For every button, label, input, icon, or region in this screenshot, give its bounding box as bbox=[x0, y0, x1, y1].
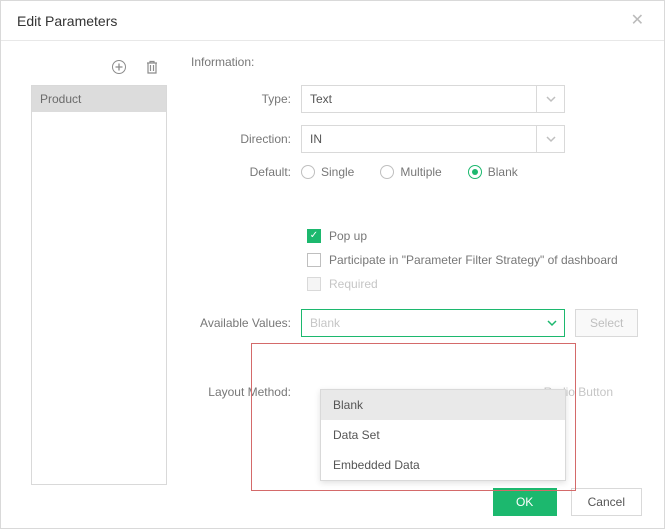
add-parameter-icon[interactable] bbox=[111, 59, 127, 75]
cancel-button[interactable]: Cancel bbox=[571, 488, 642, 516]
available-values-dropdown: Blank Data Set Embedded Data bbox=[320, 389, 566, 481]
cancel-label: Cancel bbox=[588, 495, 625, 509]
chevron-down-icon bbox=[540, 310, 564, 336]
select-button-label: Select bbox=[590, 316, 623, 330]
direction-label: Direction: bbox=[191, 132, 301, 146]
close-icon[interactable]: ✕ bbox=[627, 1, 648, 41]
chevron-down-icon bbox=[536, 126, 564, 152]
parameter-item-product[interactable]: Product bbox=[32, 86, 166, 112]
popup-checkbox-row[interactable]: ✓ Pop up bbox=[307, 229, 644, 243]
default-radio-single[interactable]: Single bbox=[301, 165, 354, 179]
type-select[interactable]: Text bbox=[301, 85, 565, 113]
direction-select[interactable]: IN bbox=[301, 125, 565, 153]
available-option-blank[interactable]: Blank bbox=[321, 390, 565, 420]
ok-button[interactable]: OK bbox=[493, 488, 557, 516]
default-radio-group: Single Multiple Blank bbox=[301, 165, 518, 179]
information-label: Information: bbox=[191, 55, 254, 69]
dialog-footer: OK Cancel bbox=[493, 488, 642, 516]
type-label: Type: bbox=[191, 92, 301, 106]
available-option-embedded-data[interactable]: Embedded Data bbox=[321, 450, 565, 480]
select-button: Select bbox=[575, 309, 638, 337]
radio-label: Multiple bbox=[400, 165, 441, 179]
required-checkbox-row: Required bbox=[307, 277, 644, 291]
radio-label: Single bbox=[321, 165, 354, 179]
available-values-label: Available Values: bbox=[191, 316, 301, 330]
radio-icon bbox=[301, 165, 315, 179]
default-radio-blank[interactable]: Blank bbox=[468, 165, 518, 179]
radio-icon bbox=[380, 165, 394, 179]
available-option-data-set[interactable]: Data Set bbox=[321, 420, 565, 450]
direction-value: IN bbox=[302, 132, 536, 146]
default-label: Default: bbox=[191, 165, 301, 179]
type-value: Text bbox=[302, 92, 536, 106]
radio-label: Blank bbox=[488, 165, 518, 179]
titlebar: Edit Parameters ✕ bbox=[1, 1, 664, 41]
available-values-placeholder: Blank bbox=[302, 316, 540, 330]
chevron-down-icon bbox=[536, 86, 564, 112]
parameter-list: Product bbox=[31, 85, 167, 485]
available-values-select[interactable]: Blank bbox=[301, 309, 565, 337]
parameter-sidebar: Product bbox=[31, 55, 167, 485]
radio-icon bbox=[468, 165, 482, 179]
participate-label: Participate in "Parameter Filter Strateg… bbox=[329, 253, 618, 267]
popup-label: Pop up bbox=[329, 229, 367, 243]
checkbox-icon bbox=[307, 253, 321, 267]
default-radio-multiple[interactable]: Multiple bbox=[380, 165, 441, 179]
delete-parameter-icon[interactable] bbox=[145, 59, 159, 75]
required-label: Required bbox=[329, 277, 378, 291]
dialog-title: Edit Parameters bbox=[17, 1, 117, 41]
layout-method-label: Layout Method: bbox=[191, 385, 301, 399]
ok-label: OK bbox=[516, 495, 533, 509]
participate-checkbox-row[interactable]: Participate in "Parameter Filter Strateg… bbox=[307, 253, 644, 267]
edit-parameters-dialog: Edit Parameters ✕ Product Information: bbox=[0, 0, 665, 529]
checkbox-icon: ✓ bbox=[307, 229, 321, 243]
checkbox-icon bbox=[307, 277, 321, 291]
